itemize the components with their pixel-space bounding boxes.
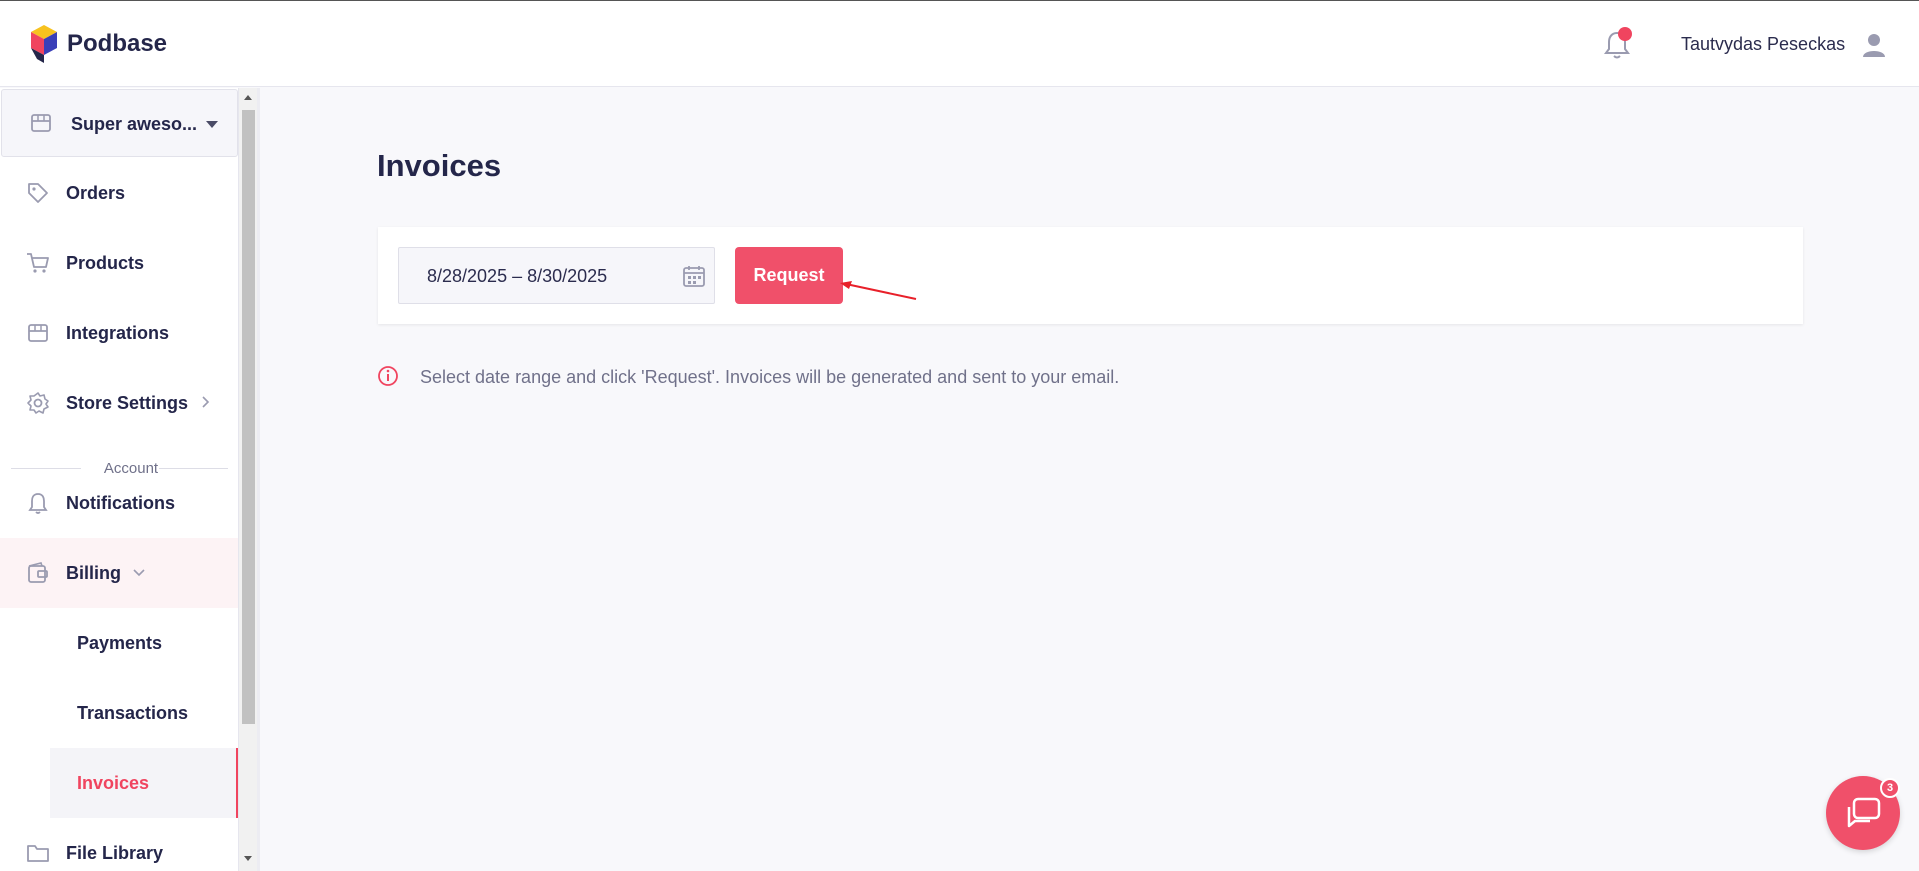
scrollbar-thumb[interactable]	[242, 110, 255, 724]
folder-icon	[27, 845, 49, 862]
brand-logo[interactable]: Podbase	[29, 23, 167, 65]
sidebar-item-label: File Library	[66, 843, 164, 863]
wallet-icon	[28, 562, 48, 583]
bell-icon	[28, 493, 48, 514]
invoice-request-card: 8/28/2025 – 8/30/2025 Request	[378, 227, 1803, 324]
sidebar-subitem-label: Invoices	[77, 773, 150, 793]
sidebar-item-label: Orders	[66, 183, 126, 203]
top-bar: Podbase Tautvydas Peseckas	[0, 0, 1919, 87]
notification-dot	[1618, 27, 1632, 41]
sidebar-item-label: Notifications	[66, 493, 176, 513]
sidebar-edge	[257, 88, 260, 871]
sidebar-item-store-settings[interactable]: Store Settings	[0, 368, 238, 438]
chat-icon	[1847, 797, 1881, 828]
user-avatar-icon[interactable]	[1862, 32, 1886, 58]
sidebar-item-integrations[interactable]: Integrations	[0, 298, 238, 368]
sidebar-subitem-label: Payments	[77, 633, 163, 653]
sidebar-subitem-label: Transactions	[77, 703, 189, 723]
sidebar-item-label: Store Settings	[66, 393, 189, 413]
sidebar-item-products[interactable]: Products	[0, 228, 238, 298]
page-title: Invoices	[377, 148, 502, 183]
annotation-arrow-icon	[840, 281, 917, 300]
info-message: Select date range and click 'Request'. I…	[420, 367, 1120, 387]
gear-icon	[27, 392, 49, 414]
sidebar-subitem-payments[interactable]: Payments	[50, 608, 238, 678]
sidebar-item-label: Products	[66, 253, 145, 273]
request-button[interactable]: Request	[735, 247, 843, 304]
scroll-up-arrow-icon[interactable]	[244, 95, 252, 100]
calendar-icon[interactable]	[682, 264, 706, 288]
sidebar-subitem-invoices[interactable]: Invoices	[50, 748, 238, 818]
caret-down-icon	[206, 121, 218, 128]
user-name[interactable]: Tautvydas Peseckas	[1681, 34, 1845, 55]
sidebar-item-file-library[interactable]: File Library	[0, 818, 238, 871]
sidebar-item-orders[interactable]: Orders	[0, 158, 238, 228]
date-range-value: 8/28/2025 – 8/30/2025	[427, 266, 608, 286]
chevron-right-icon	[202, 396, 210, 408]
cart-icon	[27, 253, 49, 273]
tag-icon	[28, 183, 48, 203]
sidebar-subitem-transactions[interactable]: Transactions	[50, 678, 238, 748]
sidebar-item-notifications[interactable]: Notifications	[0, 468, 238, 538]
store-icon	[31, 114, 51, 132]
info-icon	[378, 366, 398, 386]
sidebar-item-billing[interactable]: Billing	[0, 538, 238, 608]
date-range-picker[interactable]: 8/28/2025 – 8/30/2025	[398, 247, 715, 304]
store-selector[interactable]: Super aweso...	[1, 89, 238, 157]
scroll-down-arrow-icon[interactable]	[244, 856, 252, 861]
sidebar: Super aweso... Orders Products Integrati…	[0, 88, 239, 871]
sidebar-scrollbar[interactable]	[239, 88, 257, 871]
chat-unread-badge: 3	[1880, 778, 1900, 798]
podbase-logo-icon	[31, 25, 57, 63]
store-name: Super aweso...	[71, 114, 198, 134]
sidebar-item-label: Billing	[66, 563, 121, 583]
chevron-down-icon	[133, 569, 145, 577]
sidebar-item-label: Integrations	[66, 323, 170, 343]
store-icon	[28, 324, 48, 342]
brand-name: Podbase	[67, 30, 168, 57]
